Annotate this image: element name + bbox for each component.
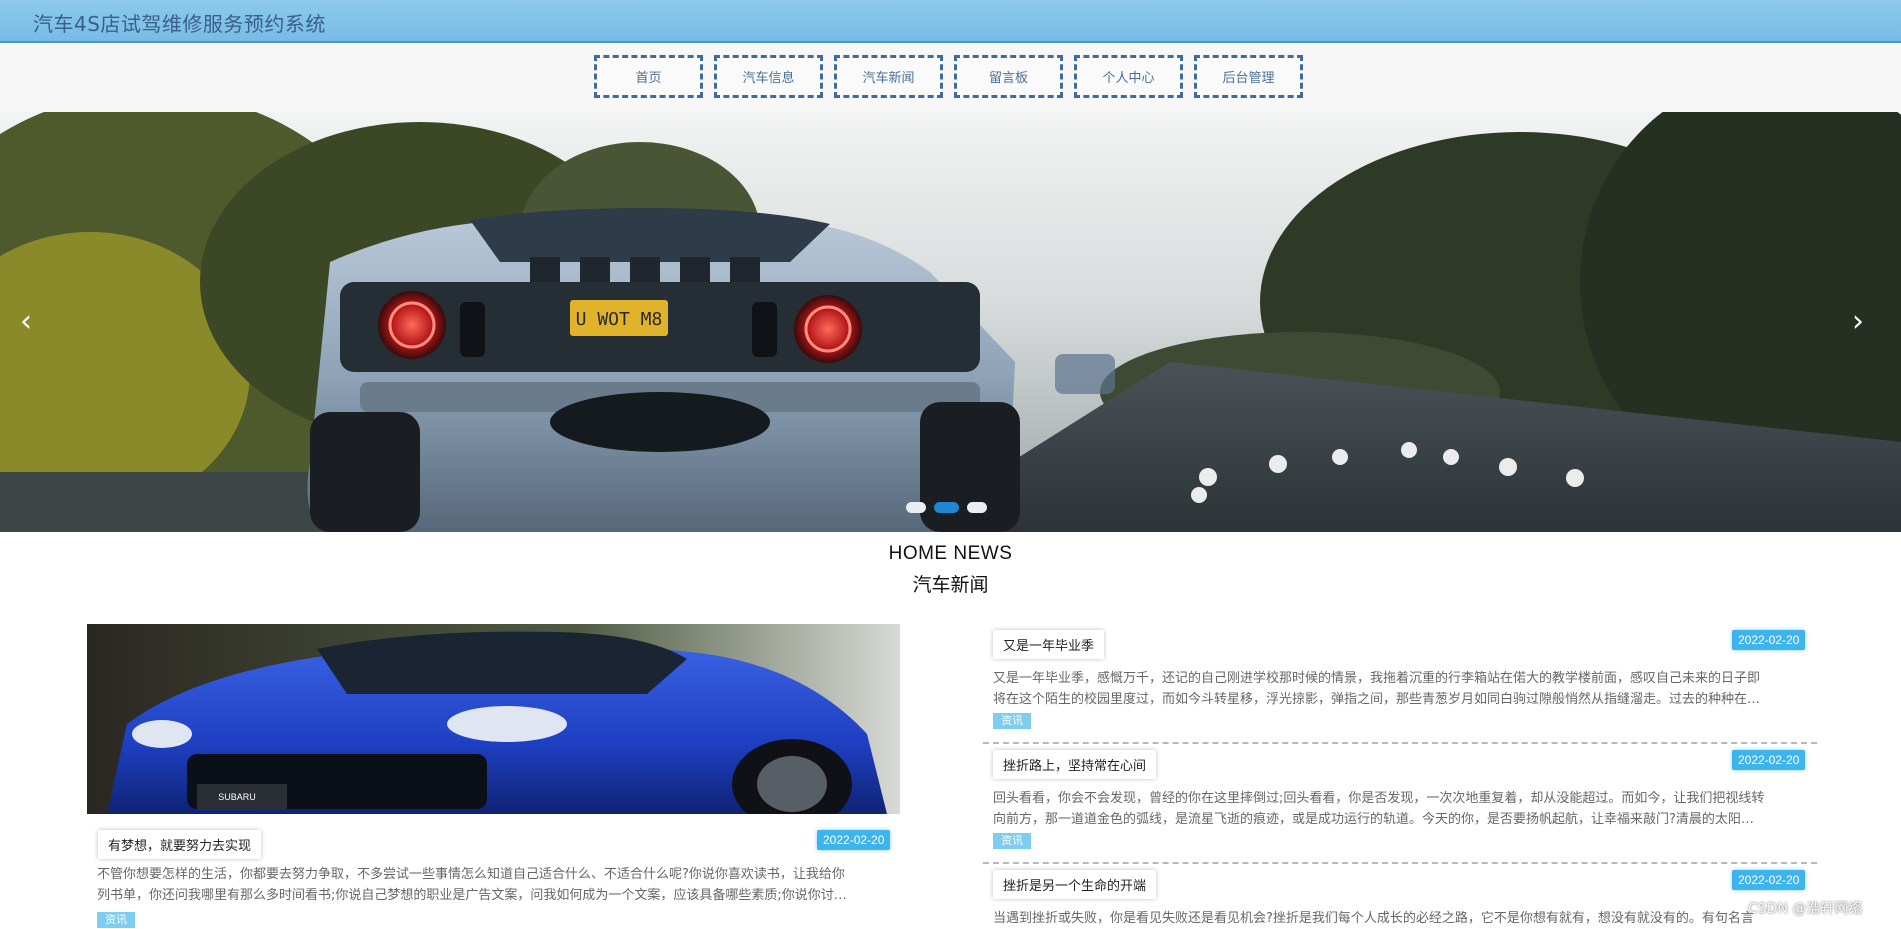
news-item-title[interactable]: 挫折是另一个生命的开端 — [993, 870, 1157, 899]
news-item-date: 2022-02-20 — [1732, 750, 1806, 770]
hero-carousel[interactable]: U WOT M8 ‹ › — [0, 112, 1901, 532]
featured-news-card[interactable]: SUBARU 有梦想，就要努力去实现 2022-02-20 不管你想要怎样的生活… — [87, 624, 900, 928]
csdn-watermark: CSDN @浩轩网络 — [1748, 901, 1863, 917]
nav-item-car-info[interactable]: 汽车信息 — [714, 55, 823, 98]
news-item-excerpt-line-1: 回头看看，你会不会发现，曾经的你在这里摔倒过;回头看看，你是否发现，一次次地重复… — [993, 791, 1765, 806]
news-item-title[interactable]: 又是一年毕业季 — [993, 630, 1105, 659]
news-item-title[interactable]: 挫折路上，坚持常在心间 — [993, 750, 1157, 779]
news-list-item[interactable]: 挫折是另一个生命的开端 2022-02-20 当遇到挫折或失败，你是看见失败还是… — [983, 864, 1817, 926]
featured-news-date: 2022-02-20 — [817, 830, 891, 850]
news-item-date: 2022-02-20 — [1732, 870, 1806, 890]
news-item-tag[interactable]: 资讯 — [993, 833, 1031, 849]
news-item-excerpt-line-1: 又是一年毕业季，感慨万千，还记的自己刚进学校那时候的情景，我拖着沉重的行李箱站在… — [993, 671, 1761, 686]
nav-list: 首页 汽车信息 汽车新闻 留言板 个人中心 后台管理 — [594, 55, 1303, 98]
carousel-dot-2[interactable] — [934, 502, 959, 513]
section-title-en: HOME NEWS — [888, 543, 1013, 564]
news-section-heading: HOME NEWS 汽车新闻 — [0, 543, 1901, 597]
top-header-bar: 汽车4S店试驾维修服务预约系统 — [0, 0, 1901, 43]
featured-news-excerpt-line-2: 列书单，你还问我哪里有那么多时间看书;你说自己梦想的职业是广告文案，问我如何成为… — [97, 888, 847, 903]
license-plate-text: U WOT M8 — [576, 309, 663, 330]
news-list-item[interactable]: 挫折路上，坚持常在心间 2022-02-20 回头看看，你会不会发现，曾经的你在… — [983, 744, 1817, 864]
nav-item-message-board[interactable]: 留言板 — [954, 55, 1063, 98]
news-item-tag[interactable]: 资讯 — [993, 713, 1031, 729]
featured-news-image[interactable]: SUBARU — [87, 624, 900, 814]
nav-item-car-news[interactable]: 汽车新闻 — [834, 55, 943, 98]
main-navigation: 首页 汽车信息 汽车新闻 留言板 个人中心 后台管理 — [0, 43, 1901, 112]
nav-item-personal-center[interactable]: 个人中心 — [1074, 55, 1183, 98]
news-item-date: 2022-02-20 — [1732, 630, 1806, 650]
featured-news-title[interactable]: 有梦想，就要努力去实现 — [98, 830, 262, 859]
carousel-dot-3[interactable] — [967, 502, 987, 513]
featured-car-image: SUBARU — [87, 624, 900, 814]
carousel-dot-1[interactable] — [906, 502, 926, 513]
nav-item-admin[interactable]: 后台管理 — [1194, 55, 1303, 98]
carousel-slide-image: U WOT M8 — [0, 112, 1901, 532]
featured-news-excerpt-line-1: 不管你想要怎样的生活，你都要去努力争取，不多尝试一些事情怎么知道自己适合什么、不… — [97, 867, 845, 882]
carousel-prev-arrow-icon[interactable]: ‹ — [20, 307, 32, 337]
site-title[interactable]: 汽车4S店试驾维修服务预约系统 — [33, 8, 326, 37]
image-brand-text: SUBARU — [218, 792, 256, 802]
carousel-next-arrow-icon[interactable]: › — [1852, 307, 1864, 337]
carousel-indicators — [906, 502, 987, 513]
news-item-excerpt-line-2: 将在这个陌生的校园里度过，而如今斗转星移，浮光掠影，弹指之间，那些青葱岁月如同白… — [993, 692, 1761, 707]
section-title-cn: 汽车新闻 — [912, 574, 989, 596]
news-list-item[interactable]: 又是一年毕业季 2022-02-20 又是一年毕业季，感慨万千，还记的自己刚进学… — [983, 624, 1817, 744]
nav-item-home[interactable]: 首页 — [594, 55, 703, 98]
news-item-excerpt-line-2: 向前方，那一道道金色的弧线，是流星飞逝的痕迹，或是成功运行的轨道。今天的你，是否… — [993, 812, 1754, 827]
